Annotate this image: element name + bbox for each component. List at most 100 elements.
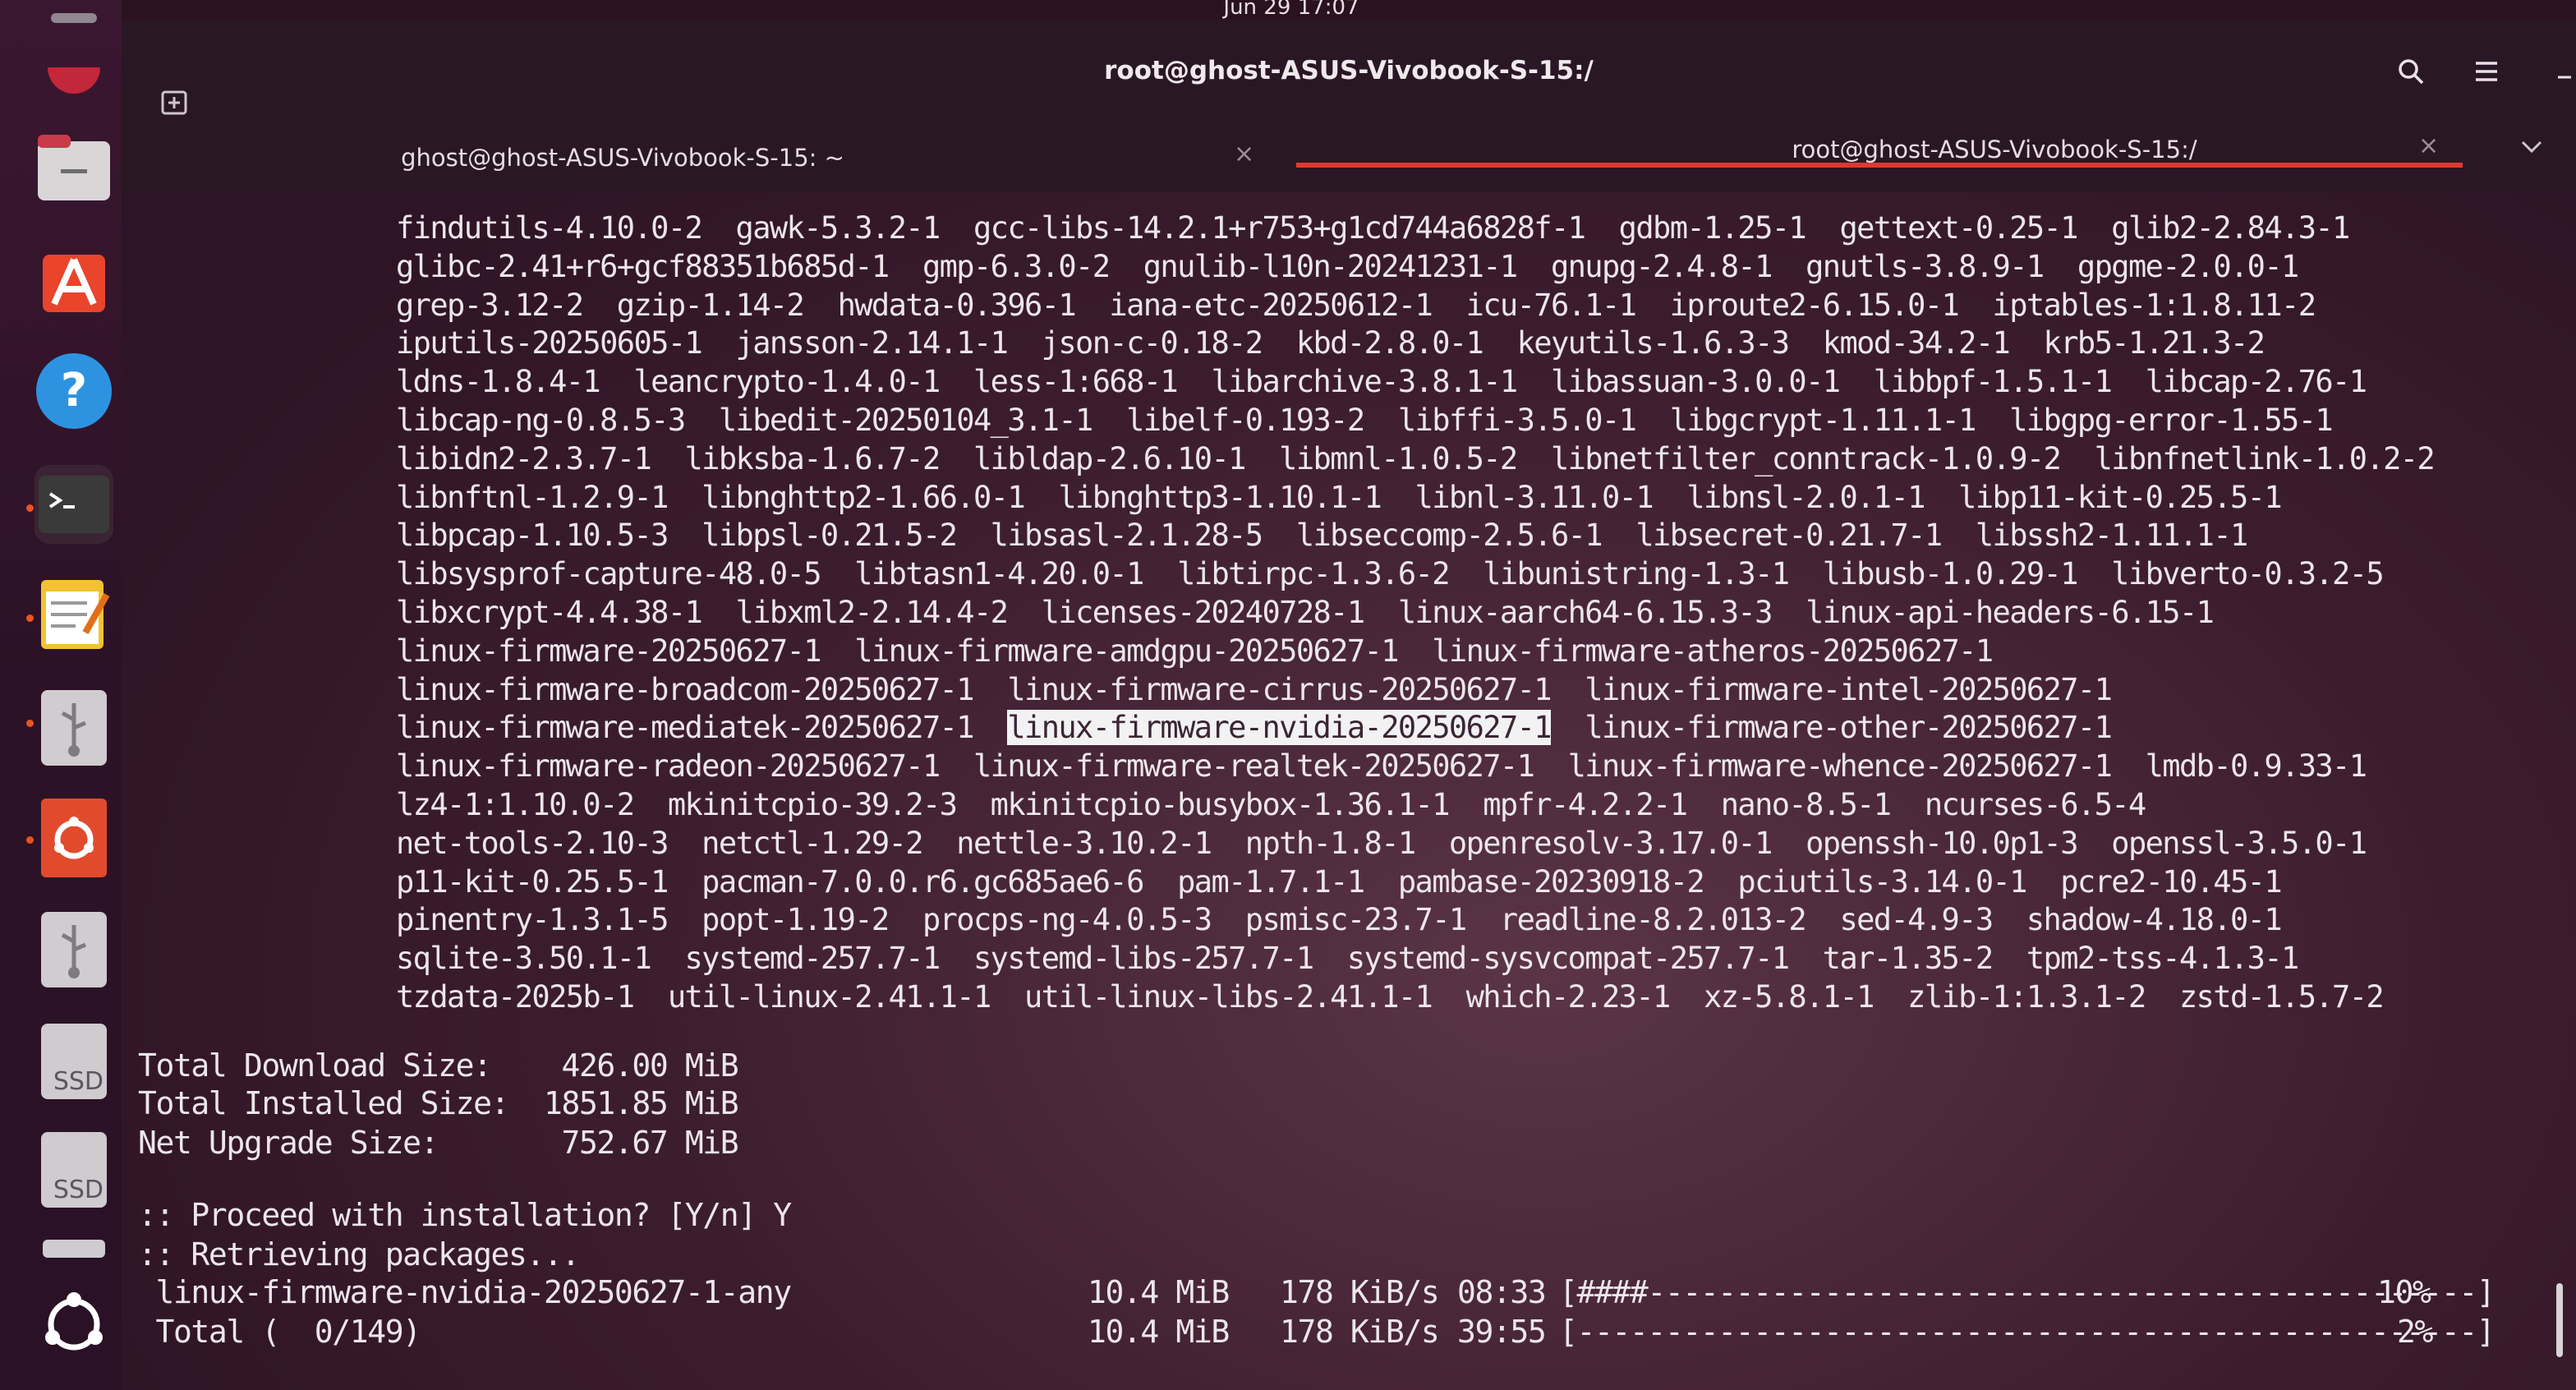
package-line: findutils-4.10.0-2 gawk-5.3.2-1 gcc-libs… — [396, 210, 2350, 246]
summary-installed-size: Total Installed Size: 1851.85 MiB — [138, 1085, 739, 1121]
total-progress-bar: [---------------------------------------… — [1559, 1314, 2496, 1350]
menu-icon[interactable] — [2468, 53, 2505, 90]
package-line: iputils-20250605-1 jansson-2.14.1-1 json… — [396, 325, 2266, 361]
package-text: pinentry-1.3.1-5 popt-1.19-2 procps-ng-4… — [396, 902, 2283, 938]
package-text: linux-firmware-radeon-20250627-1 linux-f… — [396, 748, 2367, 785]
package-line: linux-firmware-broadcom-20250627-1 linux… — [396, 671, 2113, 707]
usb-drive-icon[interactable] — [34, 688, 113, 767]
total-rate: 178 KiB/s — [1280, 1314, 1440, 1350]
dock-indicator — [34, 12, 113, 25]
package-text: linux-firmware-mediatek-20250627-1 — [396, 710, 1008, 746]
files-icon[interactable] — [34, 128, 113, 207]
firefox-icon[interactable] — [34, 28, 113, 107]
package-line: libnftnl-1.2.9-1 libnghttp2-1.66.0-1 lib… — [396, 479, 2283, 515]
selected-package[interactable]: linux-firmware-nvidia-20250627-1 — [1007, 710, 1552, 746]
ssd-label: SSD — [53, 1176, 104, 1204]
active-tab-indicator — [1296, 163, 2463, 168]
package-line: libpcap-1.10.5-3 libpsl-0.21.5-2 libsasl… — [396, 518, 2248, 554]
package-line: libsysprof-capture-48.0-5 libtasn1-4.20.… — [396, 556, 2385, 592]
package-text: grep-3.12-2 gzip-1.14-2 hwdata-0.396-1 i… — [396, 287, 2316, 323]
chevron-down-icon[interactable] — [2520, 140, 2543, 158]
package-line: linux-firmware-radeon-20250627-1 linux-f… — [396, 748, 2367, 785]
package-line: tzdata-2025b-1 util-linux-2.41.1-1 util-… — [396, 979, 2385, 1015]
package-text: libxcrypt-4.4.38-1 libxml2-2.14.4-2 lice… — [396, 595, 2215, 630]
scrollbar[interactable] — [2556, 1283, 2563, 1357]
total-name: Total ( 0/149) — [138, 1314, 421, 1350]
download-name: linux-firmware-nvidia-20250627-1-any — [138, 1274, 792, 1310]
window-title: root@ghost-ASUS-Vivobook-S-15:/ — [1104, 56, 1594, 85]
package-text: lz4-1:1.10.0-2 mkinitcpio-39.2-3 mkinitc… — [396, 787, 2146, 822]
package-line: lz4-1:1.10.0-2 mkinitcpio-39.2-3 mkinitc… — [396, 787, 2146, 822]
download-size: 10.4 MiB — [1088, 1274, 1230, 1310]
download-eta: 08:33 — [1457, 1274, 1547, 1310]
package-text: findutils-4.10.0-2 gawk-5.3.2-1 gcc-libs… — [396, 210, 2350, 246]
package-text: linux-firmware-other-20250627-1 — [1550, 710, 2113, 746]
app-center-icon[interactable] — [34, 240, 113, 319]
total-size: 10.4 MiB — [1088, 1314, 1230, 1350]
package-text: glibc-2.41+r6+gcf88351b685d-1 gmp-6.3.0-… — [396, 248, 2299, 284]
package-text: ldns-1.8.4-1 leancrypto-1.4.0-1 less-1:6… — [396, 364, 2367, 400]
tab-close-icon[interactable]: × — [1234, 140, 1254, 168]
usb-drive-icon[interactable] — [34, 910, 113, 989]
package-text: linux-firmware-20250627-1 linux-firmware… — [396, 633, 1994, 669]
total-percent: 2% — [2397, 1314, 2433, 1350]
package-text: iputils-20250605-1 jansson-2.14.1-1 json… — [396, 325, 2266, 361]
package-line: grep-3.12-2 gzip-1.14-2 hwdata-0.396-1 i… — [396, 287, 2316, 323]
tab-label: root@ghost-ASUS-Vivobook-S-15:/ — [1792, 136, 2197, 163]
running-indicator — [26, 836, 34, 844]
running-indicator — [26, 504, 34, 512]
package-text: libidn2-2.3.7-1 libksba-1.6.7-2 libldap-… — [396, 440, 2436, 476]
package-line: net-tools-2.10-3 netctl-1.29-2 nettle-3.… — [396, 825, 2367, 861]
package-line: linux-firmware-20250627-1 linux-firmware… — [396, 633, 1994, 669]
summary-net-upgrade-size: Net Upgrade Size: 752.67 MiB — [138, 1125, 739, 1161]
minimize-icon[interactable] — [2548, 53, 2576, 90]
new-tab-icon[interactable] — [158, 85, 191, 118]
summary-download-size: Total Download Size: 426.00 MiB — [138, 1047, 739, 1084]
package-line: ldns-1.8.4-1 leancrypto-1.4.0-1 less-1:6… — [396, 364, 2367, 400]
package-line: libidn2-2.3.7-1 libksba-1.6.7-2 libldap-… — [396, 440, 2436, 476]
package-text: libnftnl-1.2.9-1 libnghttp2-1.66.0-1 lib… — [396, 479, 2283, 515]
top-bar: Jun 29 17:07 — [122, 0, 2576, 20]
text-editor-icon[interactable] — [34, 575, 113, 654]
package-text: net-tools-2.10-3 netctl-1.29-2 nettle-3.… — [396, 825, 2367, 861]
package-line: linux-firmware-mediatek-20250627-1 linux… — [396, 710, 2113, 746]
package-line: pinentry-1.3.1-5 popt-1.19-2 procps-ng-4… — [396, 902, 2283, 938]
download-progress-bar: [####-----------------------------------… — [1559, 1274, 2496, 1310]
terminal-icon[interactable] — [34, 465, 113, 544]
package-text: p11-kit-0.25.5-1 pacman-7.0.0.r6.gc685ae… — [396, 863, 2283, 900]
tab-close-icon[interactable]: × — [2418, 131, 2439, 160]
download-rate: 178 KiB/s — [1280, 1274, 1440, 1310]
search-icon[interactable] — [2392, 53, 2430, 90]
tab-bar: ghost@ghost-ASUS-Vivobook-S-15: ~ × root… — [122, 123, 2576, 192]
package-text: tzdata-2025b-1 util-linux-2.41.1-1 util-… — [396, 979, 2385, 1015]
dock: ? SSD SSD — [0, 0, 122, 1390]
clock[interactable]: Jun 29 17:07 — [1223, 0, 1359, 20]
ssd-label: SSD — [53, 1067, 104, 1096]
svg-text:?: ? — [61, 364, 87, 417]
package-line: libcap-ng-0.8.5-3 libedit-20250104_3.1-1… — [396, 403, 2334, 438]
package-line: libxcrypt-4.4.38-1 libxml2-2.14.4-2 lice… — [396, 595, 2215, 630]
package-text: sqlite-3.50.1-1 systemd-257.7-1 systemd-… — [396, 941, 2299, 977]
terminal-output[interactable]: findutils-4.10.0-2 gawk-5.3.2-1 gcc-libs… — [122, 192, 2576, 1390]
package-text: libpcap-1.10.5-3 libpsl-0.21.5-2 libsasl… — [396, 518, 2248, 554]
proceed-prompt: :: Proceed with installation? [Y/n] Y — [138, 1197, 792, 1233]
ssd-drive-icon[interactable]: SSD — [34, 1022, 113, 1101]
header-bar: root@ghost-ASUS-Vivobook-S-15:/ — [122, 20, 2576, 123]
tab-label: ghost@ghost-ASUS-Vivobook-S-15: ~ — [401, 144, 844, 172]
package-text: libsysprof-capture-48.0-5 libtasn1-4.20.… — [396, 556, 2385, 592]
download-percent: 10% — [2377, 1274, 2431, 1310]
running-indicator — [26, 720, 34, 727]
package-text: linux-firmware-broadcom-20250627-1 linux… — [396, 671, 2113, 707]
show-apps-icon[interactable] — [34, 1285, 113, 1364]
tab-home[interactable]: ghost@ghost-ASUS-Vivobook-S-15: ~ — [286, 123, 959, 192]
ssd-drive-icon[interactable]: SSD — [34, 1130, 113, 1209]
help-icon[interactable]: ? — [34, 352, 113, 430]
retrieving-message: :: Retrieving packages... — [138, 1236, 580, 1273]
total-eta: 39:55 — [1457, 1314, 1547, 1350]
running-indicator — [26, 614, 34, 622]
drive-icon[interactable] — [34, 1232, 113, 1265]
tab-root[interactable]: root@ghost-ASUS-Vivobook-S-15:/ — [1460, 115, 2528, 184]
startup-disk-creator-icon[interactable] — [34, 799, 113, 877]
package-text: libcap-ng-0.8.5-3 libedit-20250104_3.1-1… — [396, 403, 2334, 438]
package-line: p11-kit-0.25.5-1 pacman-7.0.0.r6.gc685ae… — [396, 863, 2283, 900]
